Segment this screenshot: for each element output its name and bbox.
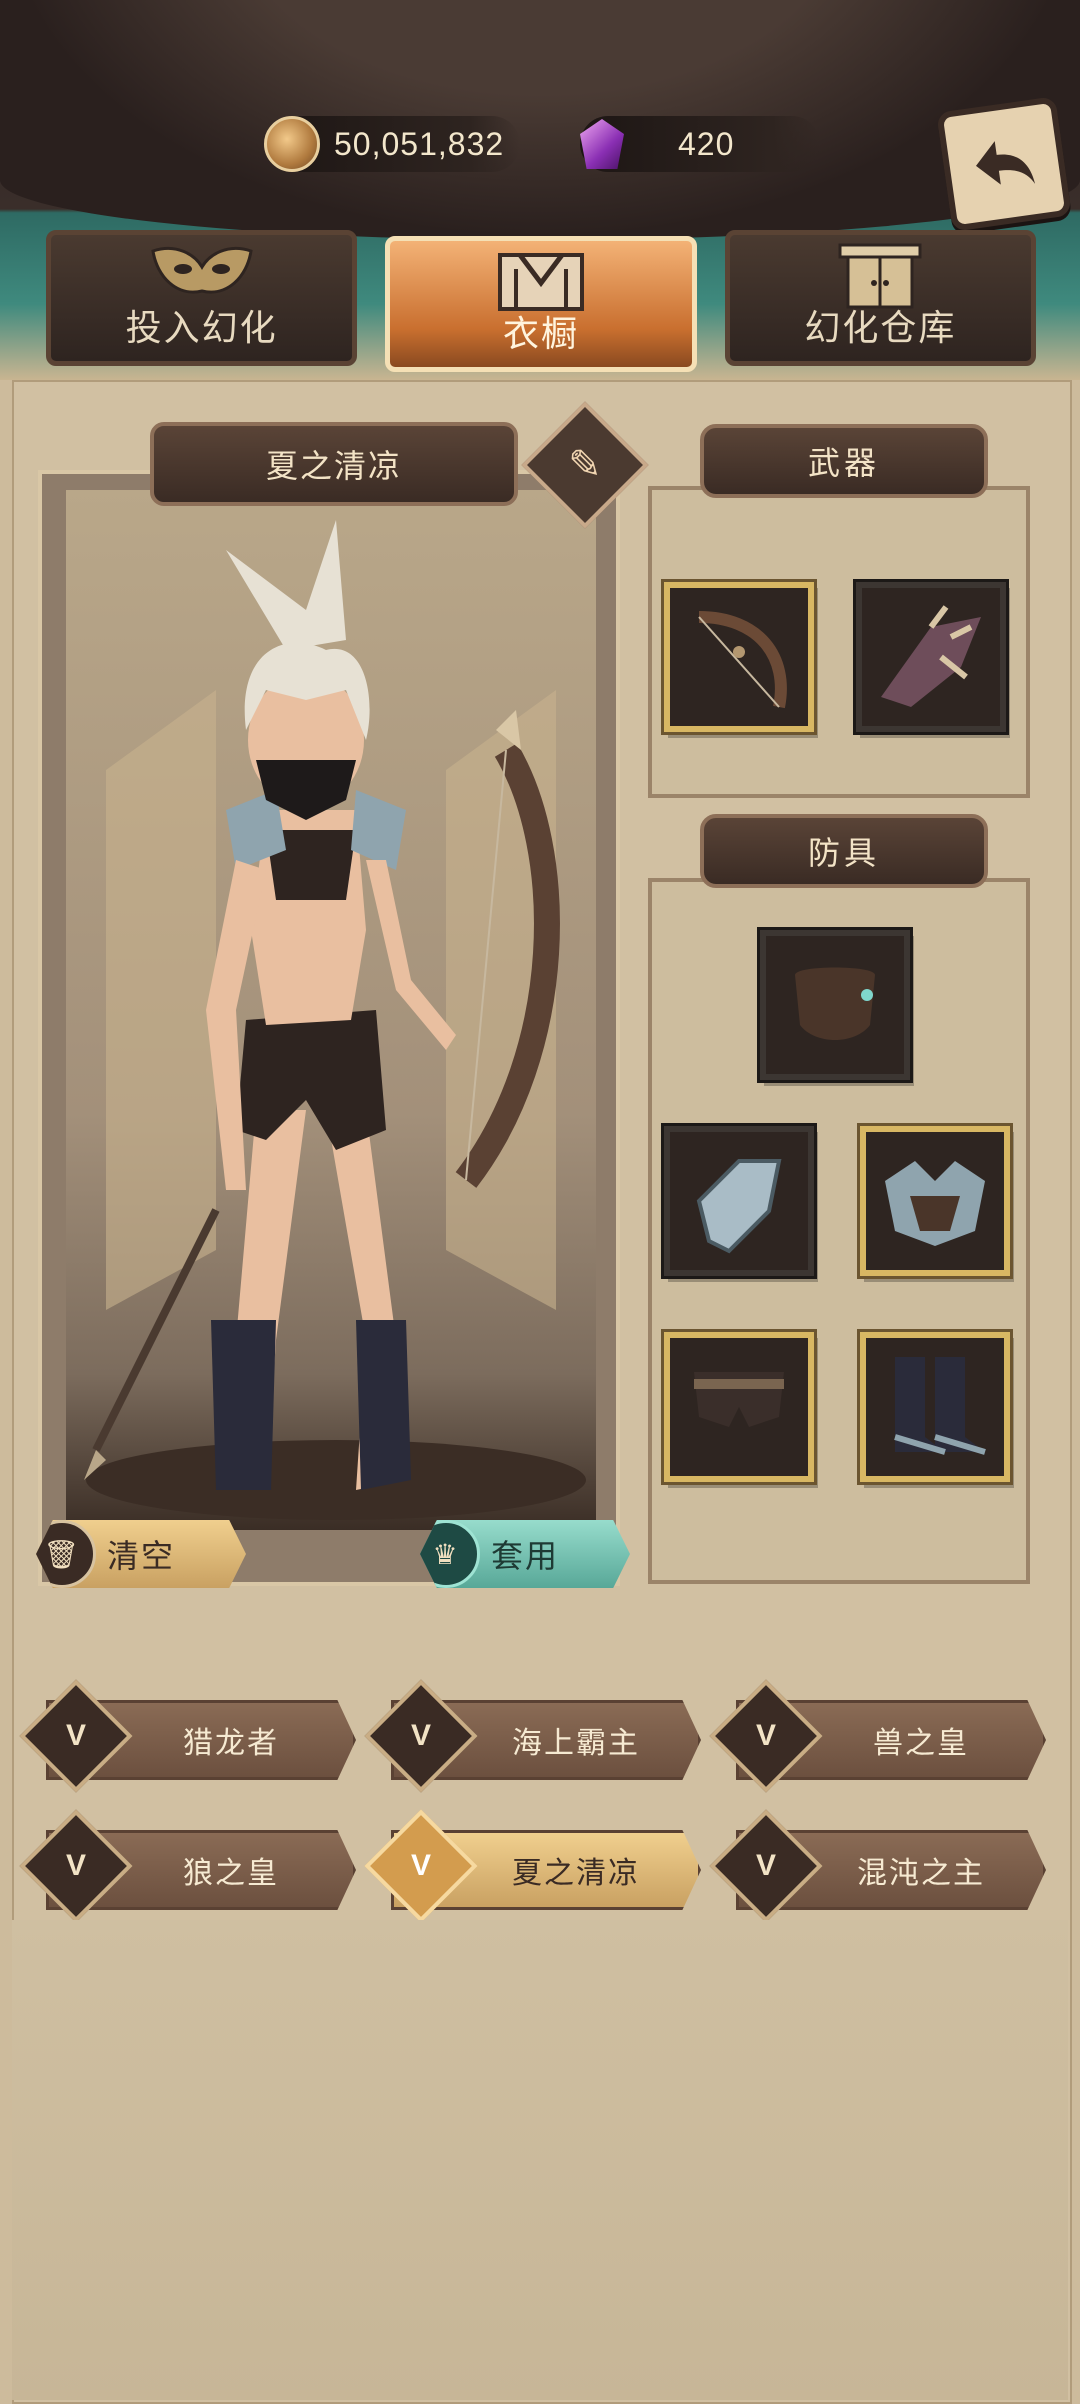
skin-label: 狼之皇 xyxy=(183,1857,279,1890)
top-frame-decoration xyxy=(0,0,1080,240)
gem-amount: 420 xyxy=(678,125,735,162)
bow-icon xyxy=(698,611,787,709)
weapon-section-banner: 武器 xyxy=(700,424,988,498)
skin-list: 猎龙者 V 海上霸主 V 兽之皇 V 狼之皇 V 夏之清凉 V 混沌之主 V xyxy=(19,1679,1046,1923)
clear-label: 清空 xyxy=(106,1538,175,1574)
back-arrow-icon xyxy=(975,141,1036,185)
skin-item-summer-cool[interactable]: 夏之清凉 V xyxy=(364,1809,701,1923)
wardrobe-icon xyxy=(497,253,584,311)
coin-amount: 50,051,832 xyxy=(334,125,505,162)
armor-slot-boots[interactable] xyxy=(860,1332,1010,1482)
tab-transmog-storage[interactable]: 幻化仓库 xyxy=(724,230,1036,366)
armor-slot-bracer[interactable] xyxy=(664,1126,814,1276)
coin-counter: 50,051,832 xyxy=(264,116,520,172)
belt-shorts-icon xyxy=(694,1372,784,1427)
gem-icon xyxy=(580,119,624,169)
armor-slot-belt[interactable] xyxy=(664,1332,814,1482)
apply-button[interactable]: ♛ 套用 xyxy=(420,1520,630,1588)
feather-icon: ✎ xyxy=(568,442,602,487)
weapon-slot-claw[interactable] xyxy=(856,582,1006,732)
apply-label: 套用 xyxy=(490,1538,559,1574)
armor-slot-shoulder[interactable] xyxy=(860,1126,1010,1276)
skin-item-wolf-emperor[interactable]: 狼之皇 V xyxy=(19,1809,356,1923)
mask-helmet-icon xyxy=(795,967,875,1040)
skin-label: 夏之清凉 xyxy=(512,1857,640,1890)
armor-section-banner: 防具 xyxy=(700,814,988,888)
coin-icon xyxy=(264,116,320,172)
empty-list-area xyxy=(12,1920,1068,2400)
character-stage xyxy=(66,490,596,1530)
outfit-name-banner: 夏之清凉 xyxy=(150,422,518,506)
bracer-icon xyxy=(696,1159,782,1254)
boots-icon xyxy=(894,1357,986,1455)
tab-submit-transmog[interactable]: 投入幻化 xyxy=(46,230,358,366)
tab-label: 投入幻化 xyxy=(125,307,278,348)
skin-label: 海上霸主 xyxy=(512,1727,640,1760)
mask-icon xyxy=(150,246,253,294)
gem-counter: 420 xyxy=(580,116,820,172)
top-bar: 50,051,832 420 投入幻化 衣橱 幻化仓库 xyxy=(0,0,1080,380)
skin-item-sea-overlord[interactable]: 海上霸主 V xyxy=(364,1679,701,1793)
back-button[interactable] xyxy=(936,96,1072,232)
skin-item-dragon-hunter[interactable]: 猎龙者 V xyxy=(19,1679,356,1793)
armor-section-title: 防具 xyxy=(807,835,880,871)
character-model xyxy=(84,520,586,1520)
character-preview-panel xyxy=(38,470,620,1586)
skin-item-beast-emperor[interactable]: 兽之皇 V xyxy=(709,1679,1046,1793)
shoulder-armor-icon xyxy=(885,1161,985,1246)
tab-wardrobe[interactable]: 衣橱 xyxy=(385,236,697,372)
cabinet-icon xyxy=(838,243,922,309)
skin-label: 兽之皇 xyxy=(873,1727,969,1760)
claw-gauntlet-icon xyxy=(881,605,981,707)
outfit-name: 夏之清凉 xyxy=(265,448,402,484)
skin-item-chaos-lord[interactable]: 混沌之主 V xyxy=(709,1809,1046,1923)
tab-bar: 投入幻化 衣橱 幻化仓库 xyxy=(46,230,1036,372)
clear-button[interactable]: 🗑 清空 xyxy=(36,1520,246,1588)
weapon-section-title: 武器 xyxy=(807,445,880,481)
skin-label: 猎龙者 xyxy=(183,1727,279,1760)
armor-slot-mask[interactable] xyxy=(760,930,910,1080)
weapon-slot-bow[interactable] xyxy=(664,582,814,732)
skin-label: 混沌之主 xyxy=(857,1857,985,1890)
